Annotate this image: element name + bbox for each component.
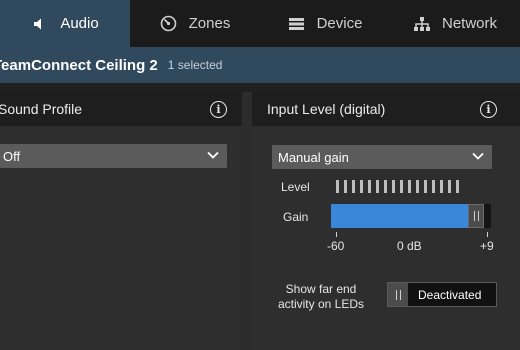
level-label: Level: [281, 180, 310, 194]
tab-device[interactable]: Device: [260, 0, 390, 47]
network-icon: [413, 15, 431, 33]
grip-icon: [473, 211, 479, 221]
gain-slider-thumb[interactable]: [468, 204, 484, 228]
device-header: TeamConnect Ceiling 2 1 selected: [0, 47, 520, 83]
gain-mode-select[interactable]: Manual gain: [272, 145, 492, 169]
gain-slider-fill: [331, 204, 470, 228]
info-icon[interactable]: i: [480, 101, 497, 118]
tab-label: Network: [441, 15, 497, 32]
zones-icon: [160, 15, 178, 33]
sound-profile-select[interactable]: Off: [0, 144, 227, 168]
level-segment: [424, 180, 427, 193]
tab-label: Device: [316, 15, 363, 32]
level-segment: [360, 180, 363, 193]
device-icon: [288, 15, 306, 33]
panel-title: Input Level (digital): [267, 101, 386, 117]
speaker-icon: [31, 15, 49, 33]
level-segment: [384, 180, 387, 193]
tick-max: [487, 232, 488, 237]
tab-network[interactable]: Network: [390, 0, 520, 47]
device-name: TeamConnect Ceiling 2: [0, 56, 158, 74]
level-segment: [336, 180, 339, 193]
grip-icon: [395, 289, 401, 300]
tab-label: Zones: [188, 15, 231, 32]
gain-min-label: -60: [327, 239, 345, 253]
level-meter: [336, 180, 459, 193]
tab-zones[interactable]: Zones: [130, 0, 260, 47]
level-segment: [344, 180, 347, 193]
sound-profile-panel: Sound Profile i Off: [0, 92, 242, 350]
level-segment: [432, 180, 435, 193]
toggle-knob: [388, 283, 408, 306]
select-value: Off: [3, 148, 21, 164]
far-end-label: Show far end activity on LEDs: [277, 282, 365, 311]
level-segment: [400, 180, 403, 193]
level-segment: [456, 180, 459, 193]
chevron-down-icon: [206, 148, 220, 162]
level-segment: [448, 180, 451, 193]
level-segment: [416, 180, 419, 193]
info-icon[interactable]: i: [210, 101, 227, 118]
tick-min: [336, 232, 337, 237]
tab-bar: Audio Zones Device Network: [0, 0, 520, 47]
level-segment: [376, 180, 379, 193]
tab-label: Audio: [60, 15, 99, 32]
gain-slider[interactable]: [331, 204, 491, 228]
tab-audio[interactable]: Audio: [0, 0, 130, 47]
chevron-down-icon: [471, 149, 485, 163]
level-segment: [352, 180, 355, 193]
panel-title: Sound Profile: [0, 101, 83, 117]
section-divider: [0, 83, 520, 92]
level-segment: [440, 180, 443, 193]
gain-max-label: +9: [480, 239, 494, 253]
toggle-state: Deactivated: [418, 287, 482, 302]
far-end-toggle[interactable]: Deactivated: [387, 282, 497, 307]
gain-label: Gain: [283, 210, 309, 224]
level-segment: [408, 180, 411, 193]
gain-mid-label: 0 dB: [397, 239, 422, 253]
level-segment: [368, 180, 371, 193]
panel-header: Sound Profile: [0, 92, 242, 126]
select-value: Manual gain: [278, 149, 349, 165]
level-segment: [392, 180, 395, 193]
selection-count: 1 selected: [167, 58, 223, 72]
